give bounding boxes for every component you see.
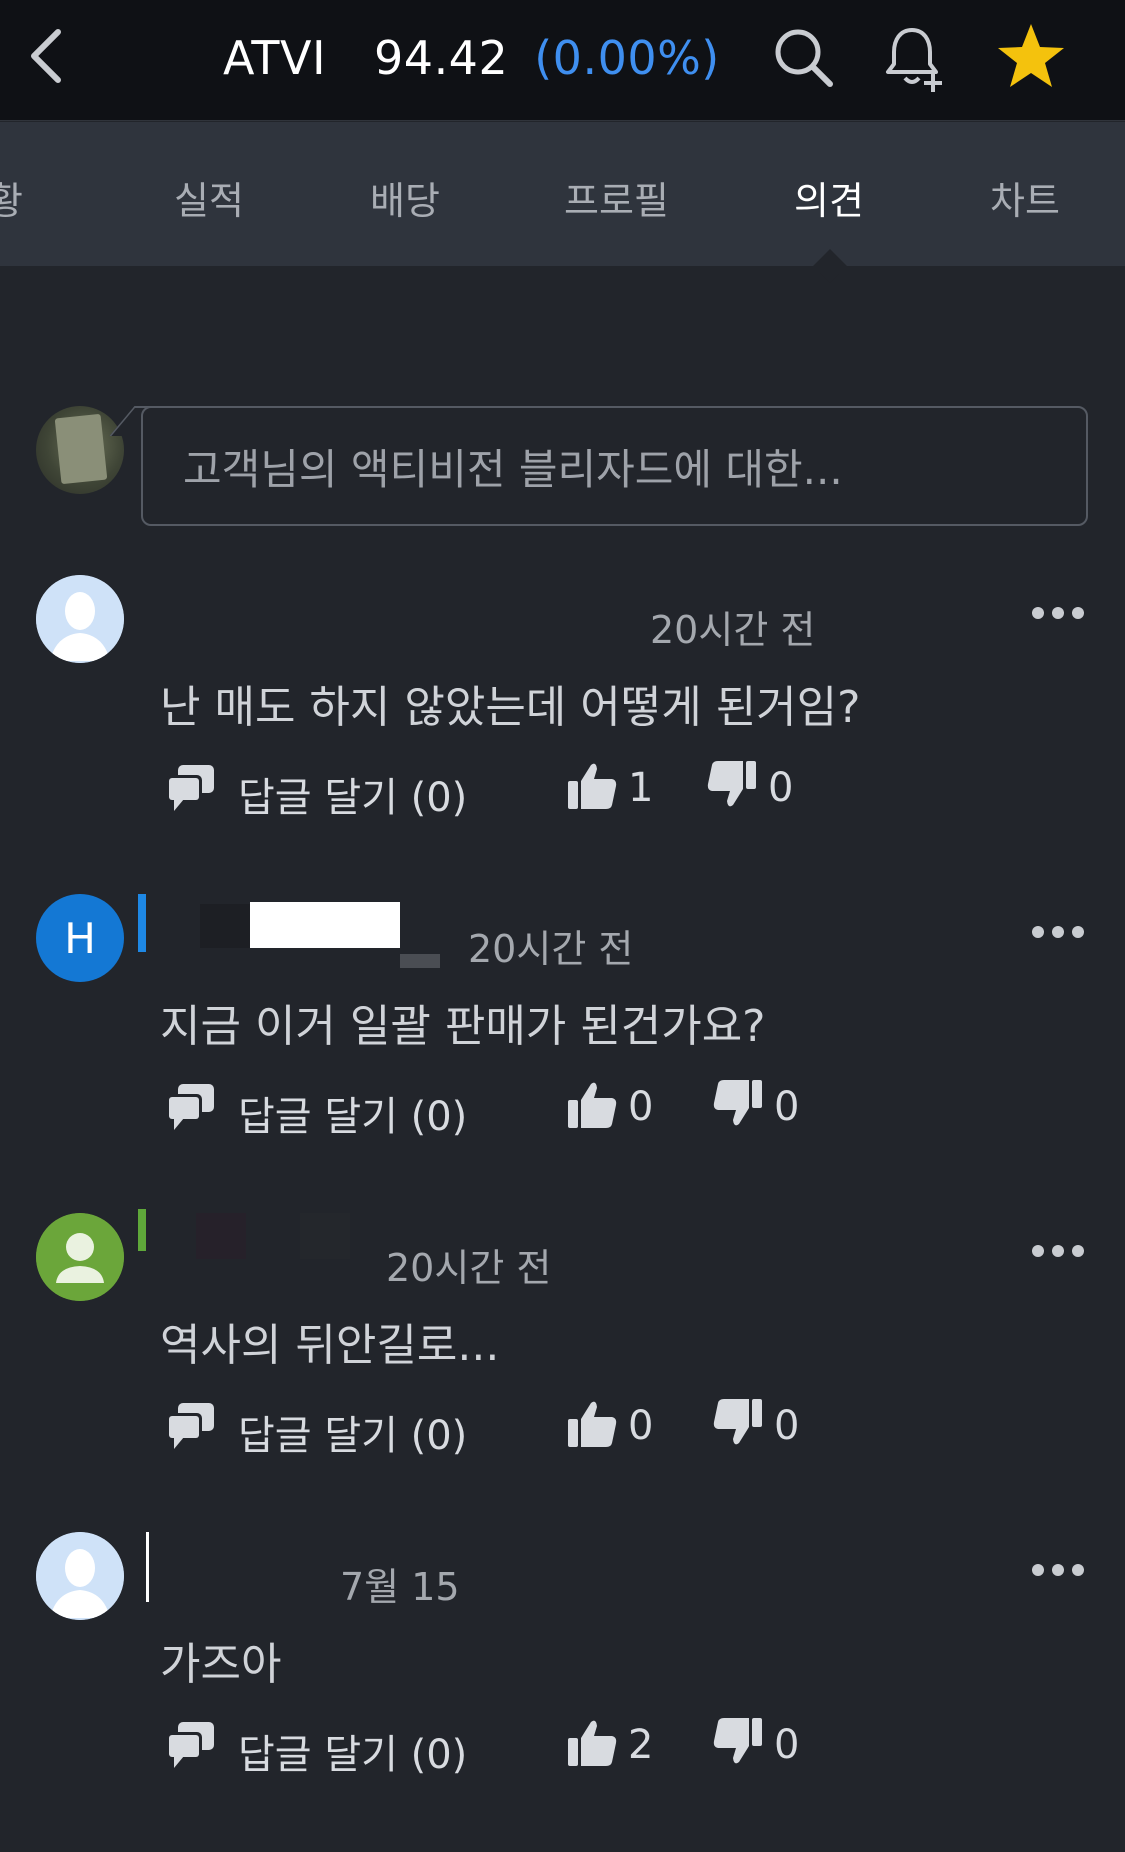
like-count: 2 <box>628 1722 654 1768</box>
my-avatar <box>36 406 124 494</box>
comment-item: 7월 15 가즈아 답글 달기 (0) 2 0 <box>0 1532 1125 1852</box>
comment-time: 7월 15 <box>340 1565 460 1609</box>
more-dots-icon[interactable] <box>1030 922 1086 942</box>
user-level-bar <box>146 1532 149 1602</box>
comment-text: 지금 이거 일괄 판매가 된건가요? <box>160 1001 766 1052</box>
tab-profile[interactable]: 프로필 <box>564 170 669 225</box>
reply-icon[interactable] <box>164 1720 216 1770</box>
ticker-symbol: ATVI <box>223 31 327 85</box>
user-level-bar <box>138 1209 146 1251</box>
add-alert-button[interactable] <box>878 20 952 94</box>
more-dots-icon[interactable] <box>1030 603 1086 623</box>
thumbs-up-icon[interactable] <box>566 1078 618 1130</box>
reply-icon[interactable] <box>164 1401 216 1451</box>
more-dots-icon[interactable] <box>1030 1560 1086 1580</box>
like-count: 1 <box>628 765 654 811</box>
user-level-bar <box>138 894 146 952</box>
tab-status[interactable]: 황 <box>0 170 23 225</box>
redacted-username <box>196 1213 246 1259</box>
thumbs-up-icon[interactable] <box>566 1716 618 1768</box>
ticker-change: (0.00%) <box>534 31 720 85</box>
comment-item: H 20시간 전 지금 이거 일괄 판매가 된건가요? 답글 달기 (0) 0 … <box>0 894 1125 1214</box>
comment-item: 20시간 전 역사의 뒤안길로... 답글 달기 (0) 0 0 <box>0 1209 1125 1533</box>
tab-bar: 황 실적 배당 프로필 의견 차트 <box>0 122 1125 266</box>
reply-icon[interactable] <box>164 763 216 813</box>
reply-icon[interactable] <box>164 1082 216 1132</box>
redacted-username <box>200 904 250 948</box>
back-button[interactable] <box>22 24 82 88</box>
redacted-username <box>250 902 400 948</box>
tab-dividends[interactable]: 배당 <box>370 170 440 225</box>
ticker-quote: ATVI 94.42 (0.00%) <box>223 28 720 88</box>
comment-time: 20시간 전 <box>468 927 634 971</box>
tab-chart[interactable]: 차트 <box>990 170 1060 225</box>
reply-button[interactable]: 답글 달기 (0) <box>238 1084 467 1142</box>
top-bar: ATVI 94.42 (0.00%) <box>0 0 1125 121</box>
watchlist-star-button[interactable] <box>994 20 1068 94</box>
dislike-count: 0 <box>768 765 794 811</box>
comment-time: 20시간 전 <box>386 1246 552 1290</box>
avatar <box>36 575 124 663</box>
user-silhouette-icon <box>36 575 124 663</box>
star-icon <box>998 24 1064 87</box>
thumbs-down-icon[interactable] <box>712 1397 764 1449</box>
comment-actions: 답글 달기 (0) 0 0 <box>160 1074 1100 1140</box>
comment-text: 가즈아 <box>160 1639 282 1690</box>
comment-text: 난 매도 하지 않았는데 어떻게 된거임? <box>160 682 861 733</box>
like-count: 0 <box>628 1084 654 1130</box>
comment-actions: 답글 달기 (0) 1 0 <box>160 755 1100 821</box>
avatar-initial: H <box>64 913 96 963</box>
ticker-price: 94.42 <box>374 31 509 85</box>
user-generic-icon <box>36 1213 124 1301</box>
search-icon <box>775 29 833 87</box>
thumbs-down-icon[interactable] <box>712 1716 764 1768</box>
comment-text: 역사의 뒤안길로... <box>160 1320 500 1371</box>
thumbs-up-icon[interactable] <box>566 1397 618 1449</box>
tab-opinions[interactable]: 의견 <box>794 170 864 225</box>
dislike-count: 0 <box>774 1722 800 1768</box>
thumbs-down-icon[interactable] <box>712 1078 764 1130</box>
more-dots-icon[interactable] <box>1030 1241 1086 1261</box>
reply-button[interactable]: 답글 달기 (0) <box>238 1722 467 1780</box>
comment-actions: 답글 달기 (0) 0 0 <box>160 1393 1100 1459</box>
redacted-username <box>400 954 440 968</box>
avatar <box>36 1213 124 1301</box>
avatar: H <box>36 894 124 982</box>
thumbs-up-icon[interactable] <box>566 759 618 811</box>
comment-input[interactable]: 고객님의 액티비전 블리자드에 대한... <box>141 406 1088 526</box>
comment-item: 20시간 전 난 매도 하지 않았는데 어떻게 된거임? 답글 달기 (0) 1… <box>0 575 1125 895</box>
dislike-count: 0 <box>774 1403 800 1449</box>
dislike-count: 0 <box>774 1084 800 1130</box>
thumbs-down-icon[interactable] <box>706 759 758 811</box>
tab-earnings[interactable]: 실적 <box>174 170 244 225</box>
comment-time: 20시간 전 <box>650 608 816 652</box>
redacted-username <box>300 1213 350 1259</box>
search-button[interactable] <box>766 20 840 94</box>
bell-plus-icon <box>886 28 942 92</box>
comment-actions: 답글 달기 (0) 2 0 <box>160 1712 1100 1778</box>
chevron-left-icon <box>31 29 61 83</box>
reply-button[interactable]: 답글 달기 (0) <box>238 765 467 823</box>
user-silhouette-icon <box>36 1532 124 1620</box>
reply-button[interactable]: 답글 달기 (0) <box>238 1403 467 1461</box>
avatar <box>36 1532 124 1620</box>
like-count: 0 <box>628 1403 654 1449</box>
